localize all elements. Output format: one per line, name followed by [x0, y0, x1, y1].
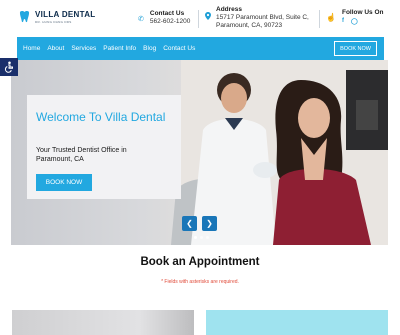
main-nav: Home About Services Patient Info Blog Co…	[17, 37, 384, 60]
appointment-form-panel	[206, 310, 388, 335]
brand-name: VILLA DENTAL	[35, 10, 96, 19]
follow-block: ☝ Follow Us On f ◯	[326, 9, 384, 25]
slider-dot[interactable]	[194, 236, 197, 239]
accessibility-button[interactable]	[0, 58, 18, 76]
logo[interactable]: VILLA DENTAL DR. HUNG DANG DDS	[18, 10, 95, 25]
appointment-image	[12, 310, 194, 335]
slider-dot[interactable]	[206, 236, 209, 239]
header-divider	[198, 10, 199, 28]
nav-services[interactable]: Services	[71, 45, 96, 52]
required-fields-note: * Fields with asterisks are required.	[161, 279, 239, 285]
hero-card: Welcome To Villa Dental Your Trusted Den…	[27, 95, 181, 199]
contact-block: ✆ Contact Us 562-602-1200	[138, 10, 190, 26]
brand-subtitle: DR. HUNG DANG DDS	[35, 20, 72, 24]
location-pin-icon	[205, 12, 211, 20]
address-line-2: Paramount, CA, 90723	[216, 22, 283, 29]
hero-slider: Welcome To Villa Dental Your Trusted Den…	[11, 60, 388, 245]
hero-book-now-button[interactable]: BOOK NOW	[36, 174, 92, 191]
nav-contact-us[interactable]: Contact Us	[163, 45, 195, 52]
contact-title: Contact Us	[149, 10, 185, 17]
address-title: Address	[216, 6, 243, 13]
chevron-right-icon[interactable]: ❯	[202, 216, 217, 231]
nav-patient-info[interactable]: Patient Info	[103, 45, 136, 52]
site-header: VILLA DENTAL DR. HUNG DANG DDS ✆ Contact…	[0, 0, 400, 36]
contact-phone[interactable]: 562-602-1200	[150, 18, 190, 26]
header-divider	[319, 10, 320, 28]
nav-home[interactable]: Home	[23, 45, 40, 52]
address-line-1: 15717 Paramount Blvd, Suite C,	[216, 14, 309, 21]
slider-dot[interactable]	[200, 236, 203, 239]
hero-title: Welcome To Villa Dental	[36, 110, 166, 124]
appointment-title: Book an Appointment	[140, 256, 260, 268]
accessibility-icon	[4, 61, 13, 73]
tooth-logo-icon	[19, 11, 30, 23]
phone-icon: ✆	[138, 16, 144, 23]
hand-pointer-icon: ☝	[326, 13, 336, 22]
follow-title: Follow Us On	[341, 9, 384, 16]
hero-subtitle: Your Trusted Dentist Office in Paramount…	[36, 147, 127, 163]
instagram-icon[interactable]: ◯	[351, 18, 358, 25]
nav-blog[interactable]: Blog	[143, 45, 156, 52]
address-block: Address 15717 Paramount Blvd, Suite C, P…	[205, 6, 309, 30]
facebook-icon[interactable]: f	[342, 18, 344, 25]
nav-about[interactable]: About	[47, 45, 64, 52]
chevron-left-icon[interactable]: ❮	[182, 216, 197, 231]
nav-book-now-button[interactable]: BOOK NOW	[334, 41, 377, 56]
slider-dots	[194, 236, 209, 239]
